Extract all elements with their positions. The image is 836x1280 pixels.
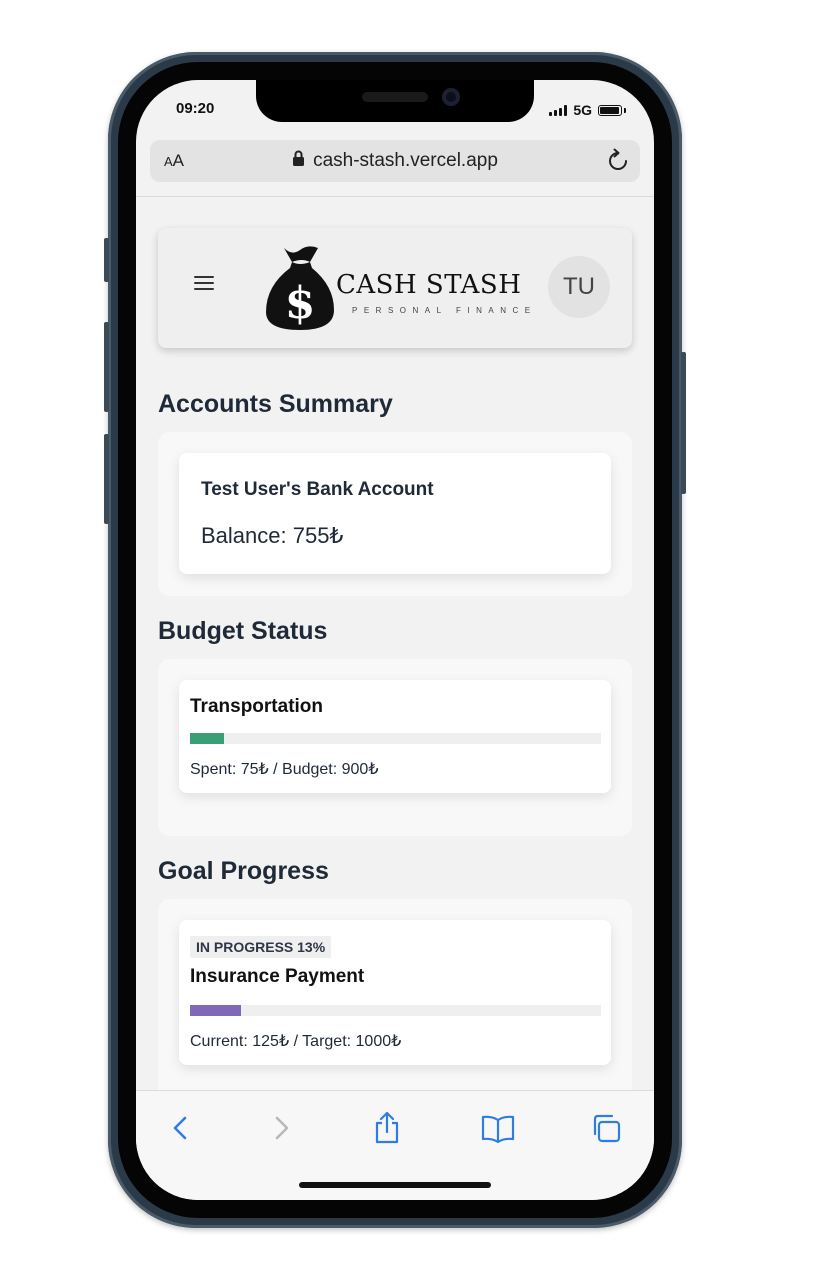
app-header: $ CASH STASH PERSONAL FINANCE TU — [158, 228, 632, 348]
mute-switch — [104, 238, 109, 282]
svg-text:$: $ — [285, 278, 316, 329]
speaker-grille — [362, 92, 428, 102]
reload-icon[interactable] — [606, 148, 630, 174]
goal-progress-fill — [190, 1005, 242, 1016]
goal-detail: Current: 125₺ / Target: 1000₺ — [190, 1033, 402, 1050]
url-text: cash-stash.vercel.app — [313, 150, 498, 171]
status-indicators: 5G — [549, 102, 626, 118]
goal-progress-title: Goal Progress — [158, 857, 329, 885]
bookmarks-icon[interactable] — [480, 1111, 516, 1145]
budget-progress-fill — [190, 733, 225, 744]
front-camera — [442, 88, 460, 106]
budget-detail: Spent: 75₺ / Budget: 900₺ — [190, 761, 379, 778]
money-bag-icon: $ — [266, 246, 334, 330]
user-avatar[interactable]: TU — [548, 256, 610, 318]
budget-card[interactable]: Transportation Spent: 75₺ / Budget: 900₺ — [179, 680, 611, 793]
page-divider — [136, 196, 654, 197]
address-bar[interactable]: AA cash-stash.vercel.app — [150, 140, 640, 182]
account-card[interactable]: Test User's Bank Account Balance: 755₺ — [179, 453, 611, 574]
network-label: 5G — [573, 102, 592, 118]
tabs-icon[interactable] — [590, 1111, 624, 1145]
battery-cap — [624, 107, 626, 113]
goal-card[interactable]: IN PROGRESS 13% Insurance Payment Curren… — [179, 920, 611, 1065]
goals-panel: IN PROGRESS 13% Insurance Payment Curren… — [158, 899, 632, 1090]
account-balance: Balance: 755₺ — [201, 523, 344, 548]
volume-up-button — [104, 322, 109, 412]
budget-category-name: Transportation — [190, 696, 324, 717]
goal-name: Insurance Payment — [190, 966, 365, 987]
logo-title: CASH STASH — [336, 270, 522, 300]
budget-status-title: Budget Status — [158, 617, 328, 645]
share-icon[interactable] — [372, 1111, 402, 1145]
back-icon[interactable] — [170, 1111, 192, 1145]
status-time: 09:20 — [176, 100, 215, 117]
forward-icon[interactable] — [270, 1111, 292, 1145]
battery-icon — [598, 104, 622, 116]
signal-icon — [549, 104, 568, 116]
account-name: Test User's Bank Account — [201, 479, 434, 500]
power-button — [681, 352, 686, 494]
budget-panel: Transportation Spent: 75₺ / Budget: 900₺ — [158, 659, 632, 836]
url-display[interactable]: cash-stash.vercel.app — [150, 150, 640, 172]
hamburger-menu-icon[interactable] — [194, 276, 214, 294]
lock-icon — [293, 150, 305, 166]
notch — [256, 80, 534, 122]
goal-status-badge: IN PROGRESS 13% — [190, 936, 332, 958]
accounts-summary-title: Accounts Summary — [158, 390, 393, 418]
cash-stash-logo[interactable]: $ CASH STASH PERSONAL FINANCE — [262, 242, 530, 336]
phone-screen: 09:20 5G AA cash-stash.vercel.app $ CASH… — [136, 80, 654, 1200]
volume-down-button — [104, 434, 109, 524]
logo-subtitle: PERSONAL FINANCE — [352, 306, 537, 315]
goal-progress-bar — [190, 1005, 601, 1016]
budget-progress-bar — [190, 733, 601, 744]
home-indicator — [299, 1182, 491, 1188]
accounts-panel: Test User's Bank Account Balance: 755₺ — [158, 432, 632, 596]
web-page: $ CASH STASH PERSONAL FINANCE TU Account… — [136, 198, 654, 1090]
